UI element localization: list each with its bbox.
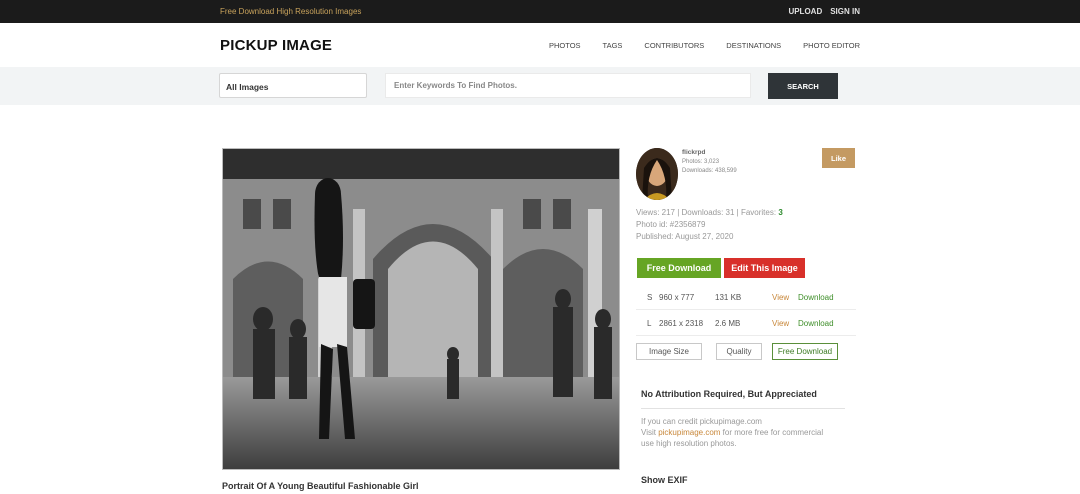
attribution-line-2: Visit pickupimage.com for more free for … — [641, 427, 851, 438]
attribution-line-3: use high resolution photos. — [641, 439, 737, 448]
photo-stats: Views: 217 | Downloads: 31 | Favorites: … — [636, 207, 783, 243]
author-downloads: Downloads: 438,599 — [682, 168, 737, 174]
view-link[interactable]: View — [772, 319, 789, 328]
favorites-count: 3 — [778, 208, 783, 217]
size-filesize: 131 KB — [715, 293, 742, 302]
search-button[interactable]: SEARCH — [768, 73, 838, 99]
attribution-text: If you can credit pickupimage.com Visit … — [641, 416, 851, 449]
main-photo[interactable] — [222, 148, 620, 470]
nav-tags[interactable]: TAGS — [603, 41, 623, 50]
size-code: S — [647, 293, 653, 302]
show-exif-toggle[interactable]: Show EXIF — [641, 475, 688, 485]
attribution-line-2-suffix: for more free for commercial — [720, 428, 824, 437]
size-row-large: L 2861 x 2318 2.6 MB View Download — [636, 310, 856, 336]
search-bar: All Images SEARCH — [0, 67, 1080, 105]
published-date: Published: August 27, 2020 — [636, 232, 734, 241]
size-code: L — [647, 319, 652, 328]
avatar-image — [636, 148, 678, 200]
tagline: Free Download High Resolution Images — [220, 7, 362, 16]
stats-line: Views: 217 | Downloads: 31 | Favorites: … — [636, 207, 783, 219]
download-link[interactable]: Download — [798, 293, 834, 302]
site-header: PICKUP IMAGE PHOTOS TAGS CONTRIBUTORS DE… — [0, 23, 1080, 67]
site-logo[interactable]: PICKUP IMAGE — [220, 37, 332, 54]
attribution-line-2-prefix: Visit — [641, 428, 659, 437]
size-filesize: 2.6 MB — [715, 319, 741, 328]
size-dimensions: 2861 x 2318 — [659, 319, 704, 328]
upload-link[interactable]: UPLOAD — [788, 7, 822, 16]
attribution-title: No Attribution Required, But Appreciated — [641, 389, 817, 399]
free-download-button[interactable]: Free Download — [637, 258, 721, 278]
divider — [641, 408, 845, 409]
download-link[interactable]: Download — [798, 319, 834, 328]
top-bar: Free Download High Resolution Images UPL… — [0, 0, 1080, 23]
photo-image — [223, 149, 619, 469]
photo-caption: Portrait Of A Young Beautiful Fashionabl… — [222, 481, 419, 491]
author-avatar[interactable] — [636, 148, 678, 200]
signin-link[interactable]: SIGN IN — [830, 7, 860, 16]
nav-photos[interactable]: PHOTOS — [549, 41, 581, 50]
photo-id: Photo id: #2356879 — [636, 220, 706, 229]
quality-select[interactable]: Quality — [716, 343, 762, 360]
pickupimage-link[interactable]: pickupimage.com — [658, 428, 720, 437]
nav-destinations[interactable]: DESTINATIONS — [726, 41, 781, 50]
author-photos: Photos: 3,023 — [682, 159, 720, 165]
size-dimensions: 960 x 777 — [659, 293, 695, 302]
nav-photo-editor[interactable]: PHOTO EDITOR — [803, 41, 860, 50]
nav-contributors[interactable]: CONTRIBUTORS — [644, 41, 704, 50]
search-input[interactable] — [385, 73, 751, 98]
account-links: UPLOAD SIGN IN — [788, 7, 860, 16]
stats-views-downloads: Views: 217 | Downloads: 31 | Favorites: — [636, 208, 777, 217]
category-select[interactable]: All Images — [219, 73, 367, 98]
free-download-option-button[interactable]: Free Download — [772, 343, 838, 360]
view-link[interactable]: View — [772, 293, 789, 302]
like-button[interactable]: Like — [822, 148, 855, 168]
edit-image-button[interactable]: Edit This Image — [724, 258, 805, 278]
author-name[interactable]: flickrpd — [682, 149, 705, 156]
image-size-select[interactable]: Image Size — [636, 343, 702, 360]
size-row-small: S 960 x 777 131 KB View Download — [636, 284, 856, 310]
main-nav: PHOTOS TAGS CONTRIBUTORS DESTINATIONS PH… — [549, 41, 860, 50]
attribution-line-1: If you can credit pickupimage.com — [641, 417, 762, 426]
